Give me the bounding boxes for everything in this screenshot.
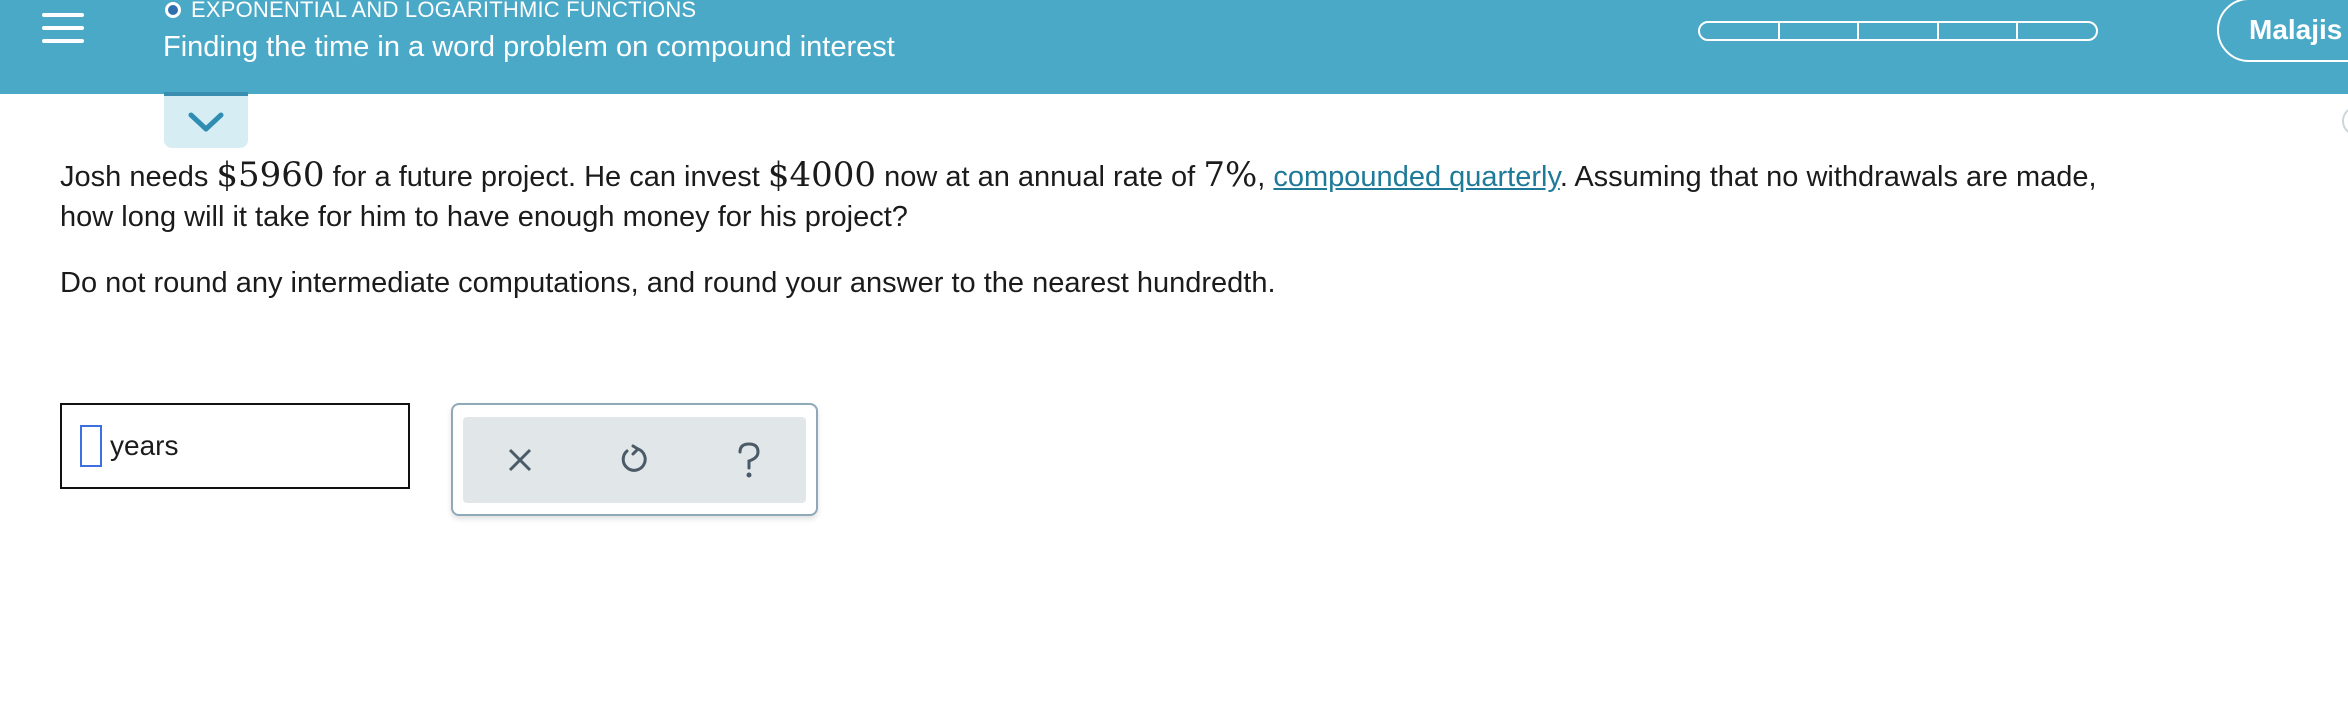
x-icon <box>509 448 532 472</box>
interest-rate: 7% <box>1203 155 1258 195</box>
user-menu-button[interactable]: Malajis <box>2217 0 2348 62</box>
problem-question: how long will it take for him to have en… <box>60 201 908 233</box>
top-header: EXPONENTIAL AND LOGARITHMIC FUNCTIONS Fi… <box>0 0 2348 94</box>
chevron-down-icon <box>188 112 224 132</box>
side-panel-toggle-icon[interactable] <box>2342 106 2348 136</box>
progress-bar <box>1698 21 2098 45</box>
undo-icon <box>622 444 648 472</box>
problem-text: Josh needs <box>60 161 217 193</box>
amount-needed: $5960 <box>216 155 325 195</box>
rounding-instruction: Do not round any intermediate computatio… <box>60 267 1276 299</box>
lesson-title: Finding the time in a word problem on co… <box>163 31 895 63</box>
progress-segment <box>1698 21 1780 41</box>
topic-title: EXPONENTIAL AND LOGARITHMIC FUNCTIONS <box>191 0 697 22</box>
problem-text: , <box>1257 161 1274 193</box>
compounded-quarterly-link[interactable]: compounded quarterly <box>1273 161 1559 193</box>
undo-button[interactable] <box>604 430 664 490</box>
answer-tools-panel <box>451 403 818 516</box>
collapse-header-button[interactable] <box>164 92 248 148</box>
question-icon <box>738 442 760 478</box>
answer-unit: years <box>110 430 179 461</box>
problem-text: . Assuming that no withdrawals are made, <box>1559 161 2097 193</box>
progress-segment <box>2016 21 2098 41</box>
progress-segment <box>1777 21 1860 41</box>
help-button[interactable] <box>719 430 779 490</box>
problem-text: for a future project. He can invest <box>324 161 768 193</box>
answer-input[interactable]: years <box>60 403 410 489</box>
amount-invest: $4000 <box>767 155 877 195</box>
topic-status-circle-icon <box>165 2 181 18</box>
answer-entry-field[interactable] <box>80 425 102 467</box>
hamburger-menu-icon[interactable] <box>18 0 108 56</box>
progress-segment <box>1936 21 2019 41</box>
topic-row: EXPONENTIAL AND LOGARITHMIC FUNCTIONS <box>165 0 696 22</box>
clear-button[interactable] <box>490 430 550 490</box>
answer-tools <box>463 417 806 503</box>
problem-paragraph: Josh needs $5960 for a future project. H… <box>60 155 2300 237</box>
problem-text: now at an annual rate of <box>876 161 1204 193</box>
progress-segment <box>1857 21 1939 41</box>
problem-statement: Josh needs $5960 for a future project. H… <box>60 155 2300 237</box>
